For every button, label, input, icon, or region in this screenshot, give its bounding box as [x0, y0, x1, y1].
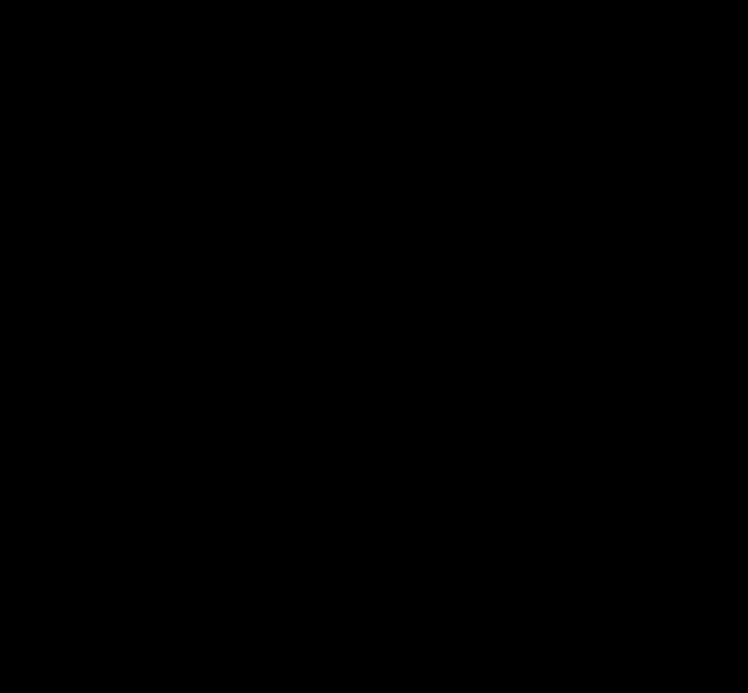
colorbar-gradient [23, 649, 348, 658]
spectrogram-image [51, 33, 483, 545]
xray-analysis-window [0, 0, 748, 693]
